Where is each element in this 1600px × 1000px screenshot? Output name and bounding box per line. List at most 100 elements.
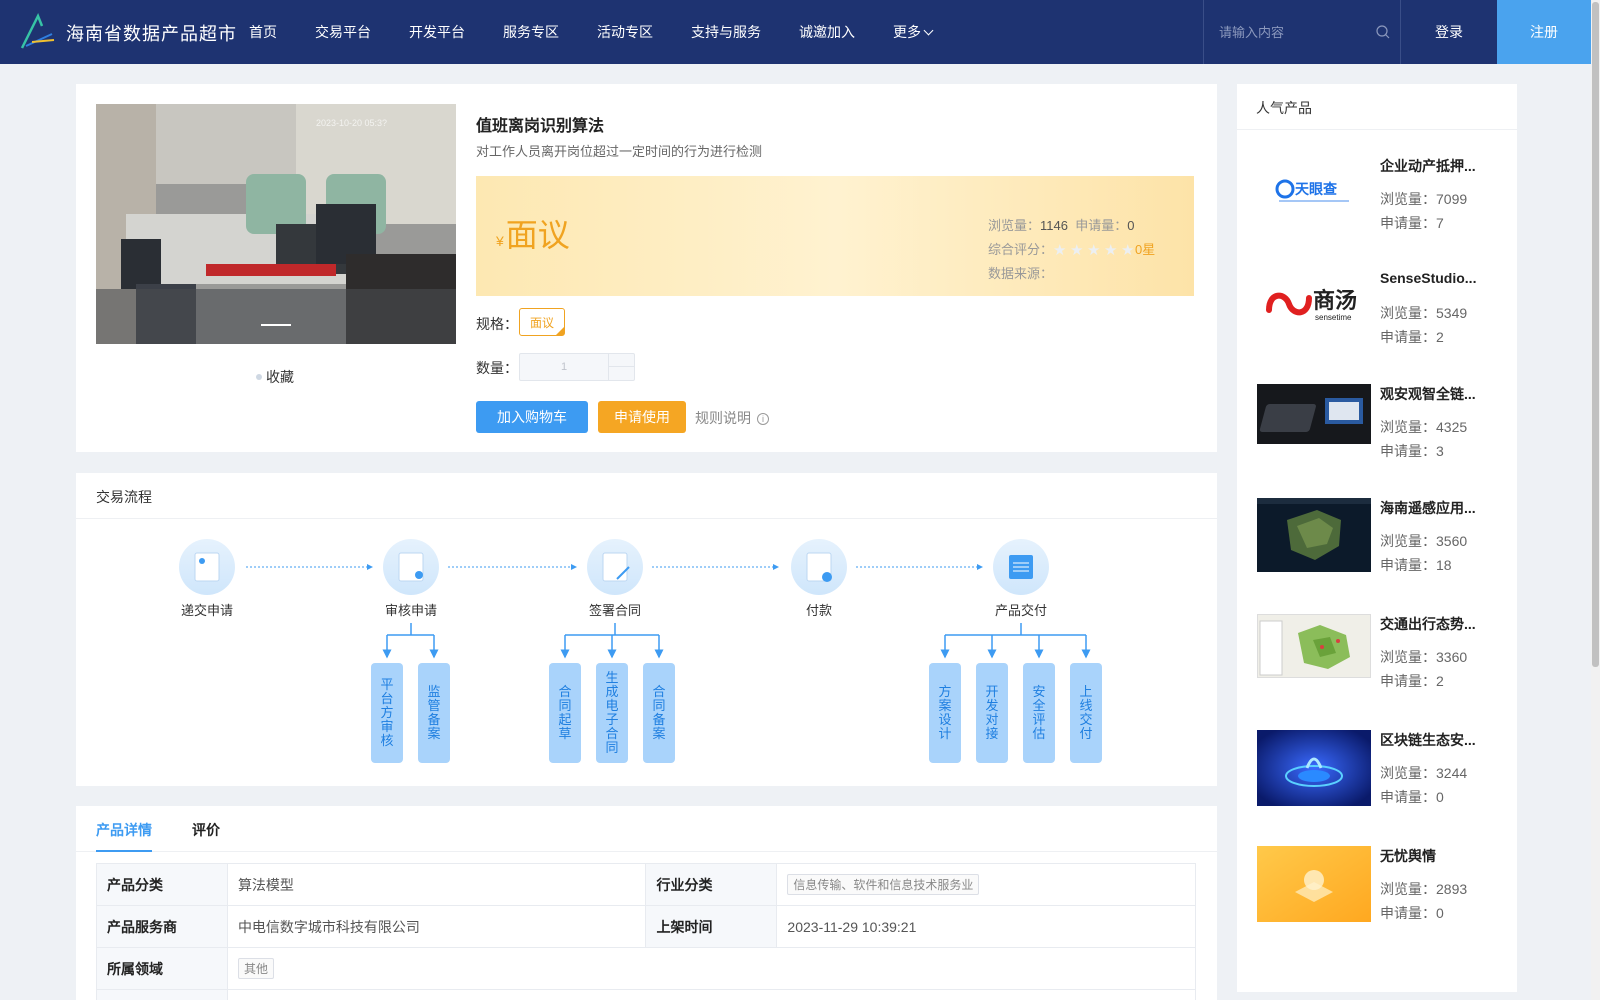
sensetime-logo: 商汤 sensetime [1257, 270, 1371, 340]
step-delivery-icon [993, 539, 1049, 595]
table-key: 产品服务商 [96, 905, 228, 948]
apply-label: 申请量： [1380, 673, 1436, 689]
tab-review[interactable]: 评价 [192, 820, 220, 840]
views-label: 浏览量： [1380, 881, 1436, 897]
apply-label: 申请量： [1380, 329, 1436, 345]
nav-more[interactable]: 更多 [874, 22, 951, 42]
star-icon: ★ [1087, 241, 1101, 259]
sub-step-label: 开发对接 [985, 684, 998, 741]
views-value: 3560 [1436, 533, 1468, 549]
detail-table: 产品分类 算法模型 行业分类 信息传输、软件和信息技术服务业 产品服务商 中电信… [96, 863, 1197, 1000]
popular-item[interactable]: 观安观智全链... 浏览量：4325 申请量：3 [1257, 384, 1507, 484]
search-input[interactable] [1219, 22, 1369, 42]
quantity-value[interactable]: 1 [520, 354, 608, 380]
tab-product-detail[interactable]: 产品详情 [96, 820, 152, 840]
info-icon: i [757, 413, 769, 425]
quantity-stepper[interactable]: 1 [519, 353, 635, 381]
apply-value: 7 [1436, 215, 1444, 231]
popular-item-apply: 申请量：0 [1380, 903, 1444, 923]
product-name: 值班离岗识别算法 [476, 118, 605, 135]
price: ¥面议 [496, 210, 570, 256]
popular-item-views: 浏览量：4325 [1380, 417, 1467, 437]
login-button[interactable]: 登录 [1401, 0, 1497, 64]
table-key: 行业分类 [645, 863, 778, 906]
popular-item-name: 海南遥感应用... [1380, 500, 1476, 516]
detail-tabs: 产品详情 评价 [76, 806, 1217, 852]
popular-header: 人气产品 [1237, 84, 1517, 130]
collect-icon [256, 374, 262, 380]
nav-dev-platform[interactable]: 开发平台 [390, 22, 484, 42]
table-row: 产品服务商 中电信数字城市科技有限公司 上架时间 2023-11-29 10:3… [96, 905, 1196, 948]
apply-value: 18 [1436, 557, 1452, 573]
popular-item[interactable]: 交通出行态势... 浏览量：3360 申请量：2 [1257, 614, 1507, 714]
star-icon: ★ [1070, 241, 1084, 259]
popular-item[interactable]: 无忧舆情 浏览量：2893 申请量：0 [1257, 846, 1507, 946]
views-label: 浏览量： [1380, 765, 1436, 781]
collect-button[interactable]: 收藏 [256, 367, 294, 387]
sub-step-label: 安全评估 [1032, 684, 1045, 741]
apply-value: 0 [1436, 789, 1444, 805]
nav-join[interactable]: 诚邀加入 [780, 22, 874, 42]
views-label: 浏览量： [1380, 305, 1436, 321]
main-nav: 首页 交易平台 开发平台 服务专区 活动专区 支持与服务 诚邀加入 更多 [230, 0, 951, 64]
apply-value: 3 [1436, 443, 1444, 459]
apply-label: 申请量： [1380, 443, 1436, 459]
site-title[interactable]: 海南省数据产品超市 [66, 20, 237, 46]
flow-diagram: 递交申请 审核申请 签署合同 付款 产品交付 平台方审核 监管备案 合同起草 生成电子… [179, 539, 1102, 763]
views-label: 浏览量： [1380, 191, 1436, 207]
nav-trading[interactable]: 交易平台 [296, 22, 390, 42]
popular-item-apply: 申请量：2 [1380, 327, 1444, 347]
views-value: 2893 [1436, 881, 1468, 897]
popular-item-name: 交通出行态势... [1380, 616, 1476, 632]
spec-option[interactable]: 面议 [519, 308, 565, 336]
step-label: 付款 [806, 603, 832, 618]
nav-support[interactable]: 支持与服务 [672, 22, 780, 42]
industry-tag: 信息传输、软件和信息技术服务业 [787, 874, 980, 895]
rating-stars: ★ ★ ★ ★ ★ [1053, 241, 1135, 259]
traffic-map [1257, 614, 1371, 678]
nav-activity-zone[interactable]: 活动专区 [578, 22, 672, 42]
sub-step-label: 合同备案 [652, 684, 665, 741]
popular-item-views: 浏览量：5349 [1380, 303, 1467, 323]
views-value: 3360 [1436, 649, 1468, 665]
tianyancha-logo: 天眼查 [1257, 156, 1371, 226]
popular-item-name: 区块链生态安... [1380, 732, 1476, 748]
active-tab-indicator [96, 850, 152, 852]
popular-item[interactable]: 海南遥感应用... 浏览量：3560 申请量：18 [1257, 498, 1507, 598]
spec-label: 规格： [476, 316, 518, 332]
popular-item[interactable]: 天眼查 企业动产抵押... 浏览量：7099 申请量：7 [1257, 156, 1507, 256]
table-row [96, 989, 1197, 1000]
rules-link[interactable]: 规则说明 i [695, 408, 769, 428]
add-to-cart-button[interactable]: 加入购物车 [476, 401, 588, 433]
apply-value: 2 [1436, 673, 1444, 689]
popular-item[interactable]: 区块链生态安... 浏览量：3244 申请量：0 [1257, 730, 1507, 830]
product-image[interactable]: 2023-10-20 05:3? [96, 104, 456, 344]
apply-value: 0 [1436, 905, 1444, 921]
apply-label: 申请量： [1380, 905, 1436, 921]
popular-item[interactable]: 商汤 sensetime SenseStudio... 浏览量：5349 申请量：… [1257, 270, 1507, 370]
site-logo-icon[interactable] [18, 12, 58, 52]
table-value: 算法模型 [226, 863, 647, 906]
cctv-office-photo: 2023-10-20 05:3? [96, 104, 456, 344]
decrement-button[interactable] [609, 367, 634, 380]
apply-value: 0 [1127, 218, 1135, 233]
table-row: 所属领域 其他 [96, 947, 1197, 990]
chevron-down-icon [923, 25, 934, 36]
increment-button[interactable] [609, 354, 634, 367]
table-value: 2023-11-29 10:39:21 [776, 905, 1196, 948]
step-label: 审核申请 [385, 603, 437, 618]
views-value: 3244 [1436, 765, 1468, 781]
register-button[interactable]: 注册 [1497, 0, 1591, 64]
page-scrollbar-thumb[interactable] [1592, 2, 1599, 667]
apply-use-button[interactable]: 申请使用 [598, 401, 686, 433]
blockchain-illustration [1257, 730, 1371, 806]
rating-text: 0星 [1135, 242, 1156, 257]
table-key: 产品分类 [96, 863, 228, 906]
nav-home[interactable]: 首页 [230, 22, 296, 42]
table-row: 产品分类 算法模型 行业分类 信息传输、软件和信息技术服务业 [96, 863, 1196, 906]
table-key: 上架时间 [645, 905, 778, 948]
nav-service-zone[interactable]: 服务专区 [484, 22, 578, 42]
table-value [226, 989, 1197, 1000]
popular-item-views: 浏览量：3360 [1380, 647, 1467, 667]
search-icon[interactable] [1376, 25, 1390, 39]
